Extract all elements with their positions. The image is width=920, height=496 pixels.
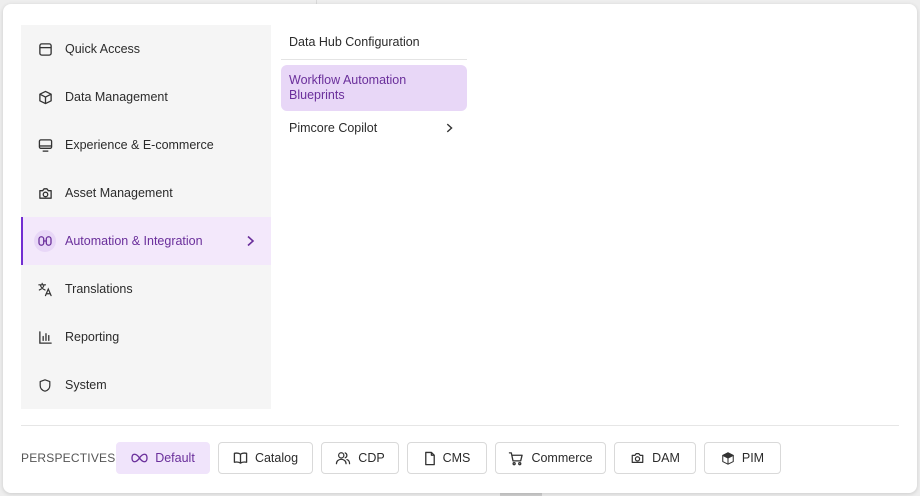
- submenu-item-label: Data Hub Configuration: [289, 35, 420, 49]
- quick-access-icon: [37, 41, 53, 57]
- sidebar-item-system[interactable]: System: [21, 361, 271, 409]
- monitor-icon: [37, 137, 53, 153]
- perspective-button-cms[interactable]: CMS: [407, 442, 487, 474]
- submenu-item-label: Workflow Automation Blueprints: [289, 73, 407, 102]
- cube-icon: [722, 451, 734, 465]
- perspective-label: Commerce: [531, 451, 593, 465]
- book-icon: [233, 452, 248, 464]
- perspectives-label: PERSPECTIVES: [21, 451, 116, 465]
- submenu-item-workflow-automation-blueprints[interactable]: Workflow Automation Blueprints: [281, 65, 467, 111]
- sidebar-item-label: System: [65, 378, 107, 392]
- sidebar-item-label: Experience & E-commerce: [65, 138, 214, 152]
- perspective-label: CDP: [358, 451, 385, 465]
- perspective-label: Catalog: [254, 451, 299, 465]
- perspective-button-pim[interactable]: PIM: [704, 442, 781, 474]
- perspective-button-commerce[interactable]: Commerce: [495, 442, 606, 474]
- shield-icon: [37, 377, 53, 393]
- perspective-button-catalog[interactable]: Catalog: [218, 442, 313, 474]
- sidebar-item-label: Quick Access: [65, 42, 141, 56]
- main-nav-sidebar: Quick Access Data Management Experience …: [21, 25, 271, 409]
- perspective-button-cdp[interactable]: CDP: [321, 442, 399, 474]
- sidebar-item-translations[interactable]: Translations: [21, 265, 271, 313]
- cart-icon: [509, 451, 524, 465]
- camera-icon: [37, 185, 53, 201]
- users-icon: [336, 452, 351, 465]
- submenu-item-pimcore-copilot[interactable]: Pimcore Copilot: [281, 116, 467, 140]
- perspective-label: DAM: [652, 451, 680, 465]
- submenu-item-label: Pimcore Copilot: [289, 121, 378, 135]
- sidebar-item-data-management[interactable]: Data Management: [21, 73, 271, 121]
- submenu-item-data-hub-configuration[interactable]: Data Hub Configuration: [281, 25, 467, 60]
- translate-icon: [37, 281, 53, 297]
- perspective-label: PIM: [741, 451, 765, 465]
- perspective-button-default[interactable]: Default: [116, 442, 210, 474]
- sidebar-item-label: Translations: [65, 282, 133, 296]
- sidebar-item-reporting[interactable]: Reporting: [21, 313, 271, 361]
- cube-icon: [37, 89, 53, 105]
- sidebar-item-label: Reporting: [65, 330, 120, 344]
- sidebar-item-label: Data Management: [65, 90, 168, 104]
- file-icon: [424, 451, 435, 465]
- chevron-right-icon: [446, 123, 453, 133]
- perspective-label: CMS: [442, 451, 471, 465]
- footer-divider: [21, 425, 899, 426]
- sidebar-item-asset-management[interactable]: Asset Management: [21, 169, 271, 217]
- camera-icon: [631, 453, 644, 463]
- bar-chart-icon: [37, 329, 53, 345]
- sidebar-item-automation-integration[interactable]: Automation & Integration: [21, 217, 271, 265]
- infinity-icon: [131, 453, 148, 463]
- perspective-button-dam[interactable]: DAM: [614, 442, 696, 474]
- chevron-right-icon: [247, 235, 255, 247]
- perspective-label: Default: [155, 451, 195, 465]
- sidebar-item-label: Automation & Integration: [65, 234, 203, 248]
- automation-icon: [34, 230, 56, 252]
- sidebar-item-experience-ecommerce[interactable]: Experience & E-commerce: [21, 121, 271, 169]
- sidebar-item-label: Asset Management: [65, 186, 173, 200]
- sidebar-item-quick-access[interactable]: Quick Access: [21, 25, 271, 73]
